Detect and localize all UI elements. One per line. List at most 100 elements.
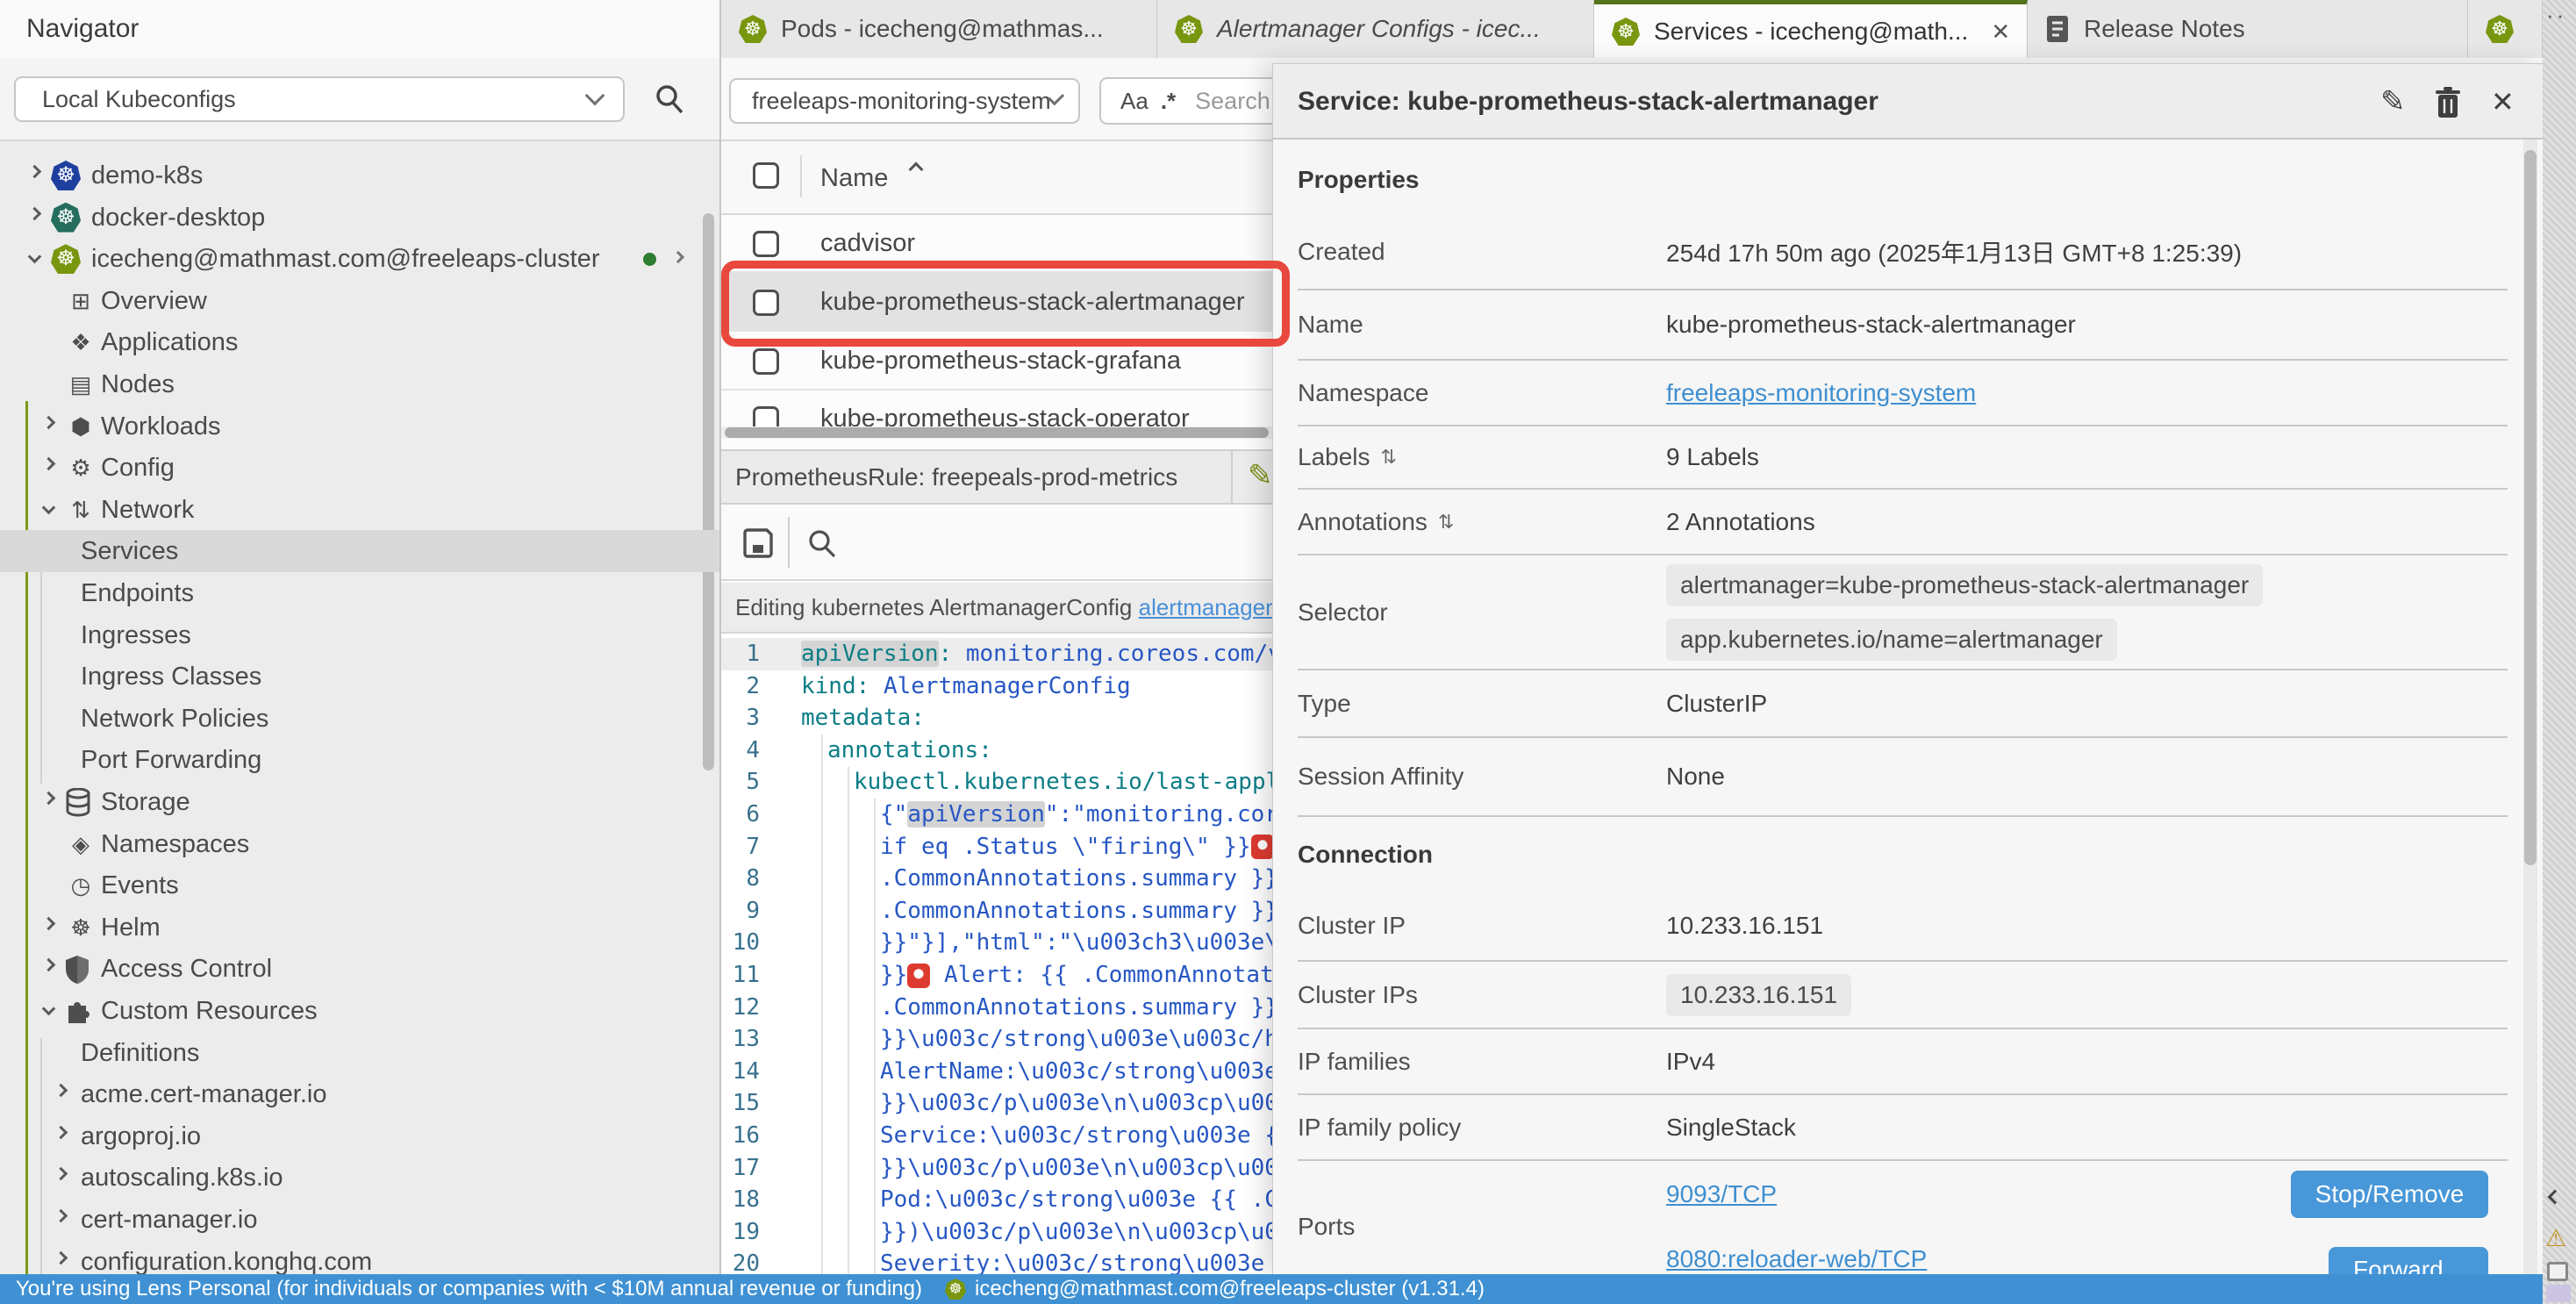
chevron-down-icon[interactable] <box>28 250 42 264</box>
edit-resource-icon[interactable]: ✎ <box>1248 458 1273 493</box>
tab-label: Pods - icecheng@mathmas... <box>781 15 1104 43</box>
tab-services[interactable]: ☸Services - icecheng@math...✕ <box>1594 0 2028 59</box>
sidebar-item-icecheng-mathmast-com-freeleaps-cluster[interactable]: ☸icecheng@mathmast.com@freeleaps-cluster <box>0 238 721 280</box>
chevron-right-icon[interactable] <box>42 792 56 806</box>
chevron-right-icon[interactable] <box>42 958 56 972</box>
chevron-down-icon[interactable] <box>42 501 56 515</box>
sidebar-item-network[interactable]: ⇅Network <box>0 489 721 531</box>
sidebar-item-label: Helm <box>101 906 161 949</box>
detail-row-annotations: Annotations⇅2 Annotations <box>1298 490 2508 555</box>
chevron-left-icon[interactable] <box>2548 1190 2563 1205</box>
editing-resource-link[interactable]: alertmanager <box>1139 594 1273 620</box>
row-checkbox[interactable] <box>753 406 779 426</box>
sidebar-item-storage[interactable]: Storage <box>0 781 721 823</box>
sort-toggle-icon[interactable]: ⇅ <box>1438 511 1454 534</box>
sort-toggle-icon[interactable]: ⇅ <box>1381 446 1397 469</box>
detail-value: SingleStack <box>1666 1114 1796 1142</box>
sidebar-item-access-control[interactable]: Access Control <box>0 948 721 990</box>
chevron-right-icon[interactable] <box>54 1209 68 1223</box>
chevron-right-icon[interactable] <box>54 1250 68 1265</box>
chevron-right-icon[interactable] <box>54 1126 68 1140</box>
sidebar-item-namespaces[interactable]: ◈Namespaces <box>0 823 721 865</box>
port-link[interactable]: 8080:reloader-web/TCP <box>1666 1245 1927 1273</box>
tab-partial[interactable]: ☸ <box>2468 0 2543 58</box>
port-link[interactable]: 9093/TCP <box>1666 1180 1777 1208</box>
sidebar-item-docker-desktop[interactable]: ☸docker-desktop <box>0 197 721 239</box>
sidebar-item-custom-resources[interactable]: Custom Resources <box>0 990 721 1032</box>
tab-bar: ☸Pods - icecheng@mathmas...☸Alertmanager… <box>721 0 2543 58</box>
sidebar-item-configuration-konghq-com[interactable]: configuration.konghq.com <box>0 1241 721 1274</box>
sidebar-item-argoproj-io[interactable]: argoproj.io <box>0 1115 721 1157</box>
trash-icon[interactable] <box>2435 87 2461 120</box>
chevron-right-icon[interactable] <box>28 165 42 179</box>
port-row: 8080:reloader-web/TCP Forward... <box>1666 1227 2508 1274</box>
chevron-right-icon[interactable] <box>42 415 56 429</box>
window-icon[interactable] <box>2547 1262 2568 1281</box>
match-case-icon[interactable]: Aa <box>1120 88 1148 115</box>
chevron-right-icon[interactable] <box>28 206 42 220</box>
save-icon[interactable] <box>741 526 776 561</box>
tab-pods[interactable]: ☸Pods - icecheng@mathmas... <box>721 0 1157 58</box>
select-all-checkbox[interactable] <box>753 162 779 189</box>
namespace-select[interactable]: freeleaps-monitoring-system <box>729 78 1080 124</box>
line-number: 20 <box>721 1248 783 1274</box>
code-token: AlertName:\u003c/strong\u003e <box>880 1058 1278 1085</box>
line-number: 16 <box>721 1120 783 1152</box>
chevron-right-icon[interactable] <box>54 1084 68 1098</box>
sidebar-item-workloads[interactable]: ⬢Workloads <box>0 405 721 448</box>
search-input[interactable]: Search <box>1195 88 1270 115</box>
regex-icon[interactable]: .* <box>1161 88 1176 115</box>
sidebar-item-helm[interactable]: ☸Helm <box>0 906 721 949</box>
helm-icon: ☸ <box>65 906 97 949</box>
code-token: annotations <box>827 737 978 763</box>
edit-icon[interactable]: ✎ <box>2380 64 2406 140</box>
namespace-link[interactable]: freeleaps-monitoring-system <box>1666 379 1976 407</box>
sidebar-item-network-policies[interactable]: Network Policies <box>0 698 721 740</box>
warning-icon[interactable]: ⚠ <box>2545 1225 2566 1252</box>
sidebar-item-nodes[interactable]: ▤Nodes <box>0 363 721 405</box>
editor-search-icon[interactable] <box>805 527 839 561</box>
kubeconfig-select[interactable]: Local Kubeconfigs <box>14 76 625 122</box>
detail-label: IP family policy <box>1298 1114 1666 1142</box>
tab-alertmanager[interactable]: ☸Alertmanager Configs - icec... <box>1157 0 1594 58</box>
name-column-header[interactable]: Name <box>820 141 888 215</box>
tab-close-icon[interactable]: ✕ <box>1991 18 2010 46</box>
active-cluster-status[interactable]: icecheng@mathmast.com@freeleaps-cluster … <box>975 1277 1485 1301</box>
row-checkbox[interactable] <box>753 231 779 257</box>
forward-button[interactable]: Forward... <box>2329 1247 2488 1274</box>
panel-scrollbar-thumb[interactable] <box>2524 150 2537 865</box>
detail-label: Cluster IPs <box>1298 981 1666 1009</box>
tab-release[interactable]: Release Notes <box>2028 0 2468 58</box>
navigator-search-button[interactable] <box>653 82 686 116</box>
sidebar-item-applications[interactable]: ❖Applications <box>0 321 721 363</box>
chevron-right-icon[interactable] <box>54 1167 68 1181</box>
chevron-right-icon[interactable] <box>42 457 56 471</box>
ports-list: 9093/TCP Stop/Remove 8080:reloader-web/TCP… <box>1666 1162 2508 1274</box>
sidebar-item-config[interactable]: ⚙Config <box>0 447 721 489</box>
sidebar-item-ingresses[interactable]: Ingresses <box>0 614 721 656</box>
sidebar-item-services[interactable]: Services <box>0 530 721 572</box>
stop-remove-button[interactable]: Stop/Remove <box>2291 1171 2488 1218</box>
sidebar-item-overview[interactable]: ⊞Overview <box>0 280 721 322</box>
sidebar-item-cert-manager-io[interactable]: cert-manager.io <box>0 1199 721 1241</box>
sidebar-item-demo-k8s[interactable]: ☸demo-k8s <box>0 154 721 197</box>
sidebar-item-events[interactable]: ◷Events <box>0 864 721 906</box>
section-header: Connection <box>1298 817 2508 892</box>
chevron-right-icon[interactable] <box>42 917 56 931</box>
custom-resources-icon <box>65 990 97 1032</box>
horizontal-scrollbar-thumb[interactable] <box>725 427 1269 438</box>
applications-icon: ❖ <box>65 321 97 363</box>
row-checkbox[interactable] <box>753 348 779 375</box>
chevron-down-icon[interactable] <box>42 1002 56 1016</box>
close-icon[interactable]: ✕ <box>2491 64 2515 140</box>
sidebar-item-port-forwarding[interactable]: Port Forwarding <box>0 739 721 781</box>
sidebar-item-endpoints[interactable]: Endpoints <box>0 572 721 614</box>
code-token: {" <box>880 801 907 828</box>
sidebar-item-autoscaling-k8s-io[interactable]: autoscaling.k8s.io <box>0 1157 721 1199</box>
sidebar-item-acme-cert-manager-io[interactable]: acme.cert-manager.io <box>0 1073 721 1115</box>
sidebar-item-ingress-classes[interactable]: Ingress Classes <box>0 656 721 698</box>
k8s-icon: ☸ <box>2486 15 2514 43</box>
chevron-right-icon[interactable] <box>672 251 684 263</box>
sidebar-item-definitions[interactable]: Definitions <box>0 1032 721 1074</box>
k8s-icon: ☸ <box>51 203 81 233</box>
